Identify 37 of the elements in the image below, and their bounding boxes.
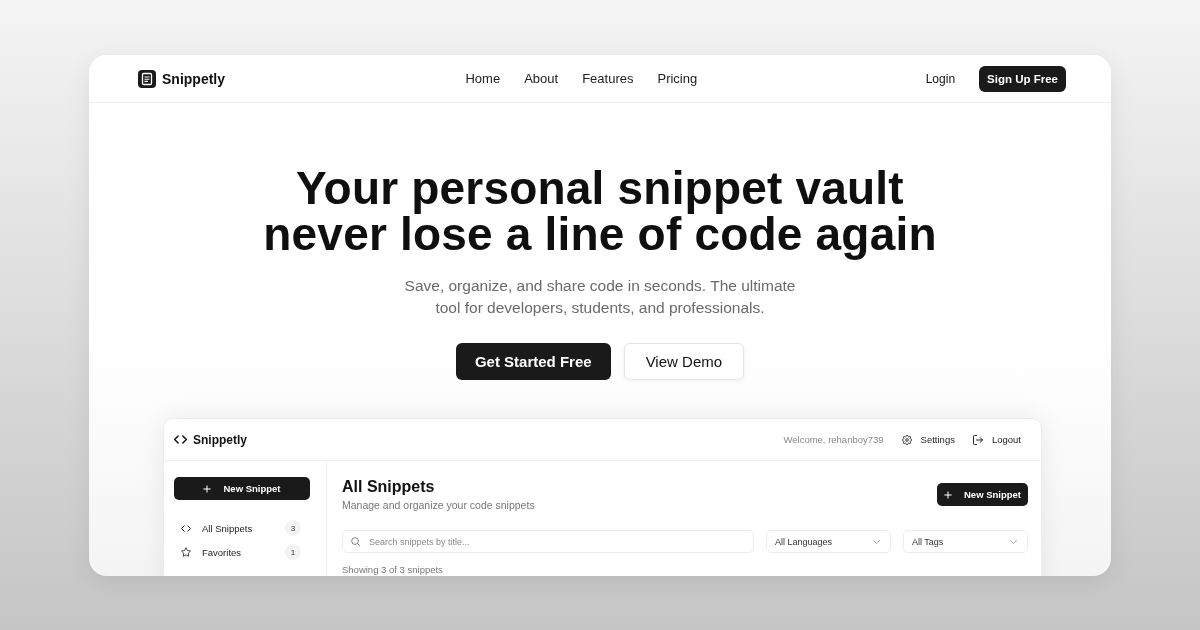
- welcome-text: Welcome, rehanboy739: [783, 434, 884, 445]
- filter-dropdown[interactable]: All Languages: [766, 530, 891, 553]
- chevron-down-icon: [873, 539, 880, 544]
- get-started-button[interactable]: Get Started Free: [455, 343, 611, 380]
- brand-name: Snippetly: [162, 70, 225, 87]
- app-brand-name: Snippetly: [193, 432, 247, 447]
- code-icon: [174, 435, 187, 444]
- results-count: Showing 3 of 3 snippets: [342, 564, 443, 575]
- sign-up-button[interactable]: Sign Up Free: [979, 65, 1066, 92]
- new-snippet-button[interactable]: New Snippet: [174, 477, 310, 500]
- page-subtitle: Manage and organize your code snippets: [342, 498, 535, 512]
- hero-subtitle: Save, organize, and share code in seconds. The ultimate tool for developers, students, and professionals.: [403, 276, 797, 318]
- sidebar-item[interactable]: All Snippets: [202, 522, 253, 534]
- new-snippet-button[interactable]: New Snippet: [937, 483, 1028, 506]
- nav-link[interactable]: Pricing: [657, 71, 698, 86]
- search-field[interactable]: Search snippets by title...: [342, 530, 754, 553]
- settings-icon: [901, 434, 912, 445]
- code-icon: [181, 524, 191, 532]
- chevron-down-icon: [1010, 539, 1017, 544]
- nav-link[interactable]: Features: [582, 71, 634, 86]
- plus-icon: [203, 484, 212, 493]
- nav-link[interactable]: About: [524, 71, 559, 86]
- star-icon: [181, 547, 191, 557]
- nav-link[interactable]: Home: [465, 71, 501, 86]
- logout-icon: [972, 434, 983, 445]
- page-title: All Snippets: [342, 477, 436, 497]
- count-badge: 1: [285, 544, 301, 560]
- plus-icon: [944, 490, 952, 499]
- view-demo-button[interactable]: View Demo: [623, 343, 745, 380]
- sidebar-item[interactable]: Favorites: [202, 546, 242, 558]
- count-badge: 3: [285, 520, 301, 536]
- document-logo-icon: [138, 69, 156, 88]
- search-icon: [351, 537, 360, 546]
- filter-dropdown[interactable]: All Tags: [903, 530, 1028, 553]
- login-link[interactable]: Login: [925, 71, 956, 86]
- logout-link[interactable]: Logout: [972, 434, 1021, 445]
- settings-link[interactable]: Settings: [901, 434, 955, 445]
